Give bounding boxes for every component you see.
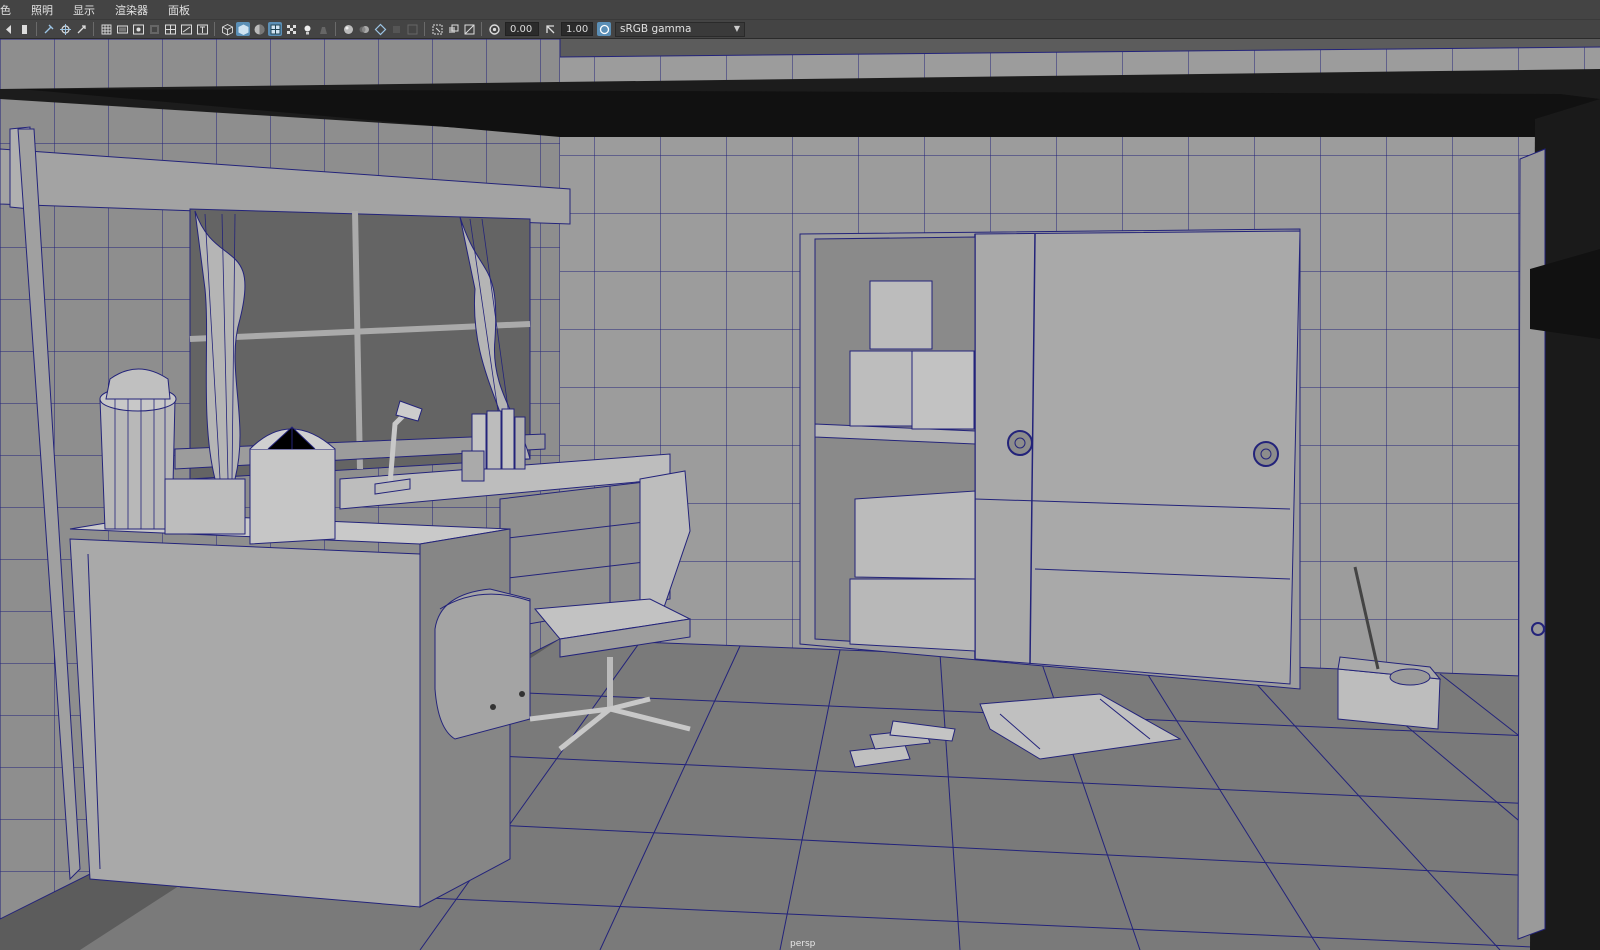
xray-joints-icon[interactable] xyxy=(446,22,460,36)
exposure-input[interactable]: 0.00 xyxy=(505,22,539,36)
desk-computer-case xyxy=(434,588,531,740)
safe-action-icon[interactable] xyxy=(179,22,193,36)
smooth-shade-icon[interactable] xyxy=(236,22,250,36)
toolbar-divider xyxy=(36,22,37,36)
field-chart-icon[interactable] xyxy=(163,22,177,36)
exposure-icon[interactable] xyxy=(487,22,501,36)
toolbar-divider xyxy=(424,22,425,36)
view-transform-dropdown[interactable]: sRGB gamma ▼ xyxy=(615,21,745,37)
safe-title-icon[interactable] xyxy=(195,22,209,36)
maya-app-window: 色 照明 显示 渲染器 面板 0.00 1.00 sRGB gamma ▼ pe… xyxy=(0,0,1600,950)
panel-toolbar: 0.00 1.00 sRGB gamma ▼ xyxy=(0,20,1600,39)
menu-shading[interactable]: 色 xyxy=(0,2,19,18)
right-door-frame xyxy=(1517,99,1600,950)
camera-attributes-icon[interactable] xyxy=(17,22,31,36)
grid-icon[interactable] xyxy=(99,22,113,36)
wireframe-icon[interactable] xyxy=(220,22,234,36)
toolbar-divider xyxy=(481,22,482,36)
color-management-icon[interactable] xyxy=(597,22,611,36)
use-all-lights-icon[interactable] xyxy=(300,22,314,36)
xray-icon[interactable] xyxy=(430,22,444,36)
chevron-down-icon: ▼ xyxy=(733,24,740,33)
menu-lighting[interactable]: 照明 xyxy=(31,2,61,18)
default-material-icon[interactable] xyxy=(252,22,266,36)
toolbar-divider xyxy=(93,22,94,36)
bookmark-icon[interactable] xyxy=(42,22,56,36)
shadows-icon[interactable] xyxy=(316,22,330,36)
multisample-aa-icon[interactable] xyxy=(373,22,387,36)
film-gate-icon[interactable] xyxy=(115,22,129,36)
perspective-viewport[interactable]: persp xyxy=(0,39,1600,950)
textured-icon[interactable] xyxy=(284,22,298,36)
depth-of-field-icon[interactable] xyxy=(389,22,403,36)
track-tool-icon[interactable] xyxy=(74,22,88,36)
tumble-tool-icon[interactable] xyxy=(58,22,72,36)
motion-blur-icon[interactable] xyxy=(357,22,371,36)
panel-menu-bar: 色 照明 显示 渲染器 面板 xyxy=(0,0,1600,20)
xray-components-icon[interactable] xyxy=(462,22,476,36)
isolate-select-icon[interactable] xyxy=(405,22,419,36)
toolbar-divider xyxy=(335,22,336,36)
gamma-icon[interactable] xyxy=(543,22,557,36)
wireframe-on-shaded-icon[interactable] xyxy=(268,22,282,36)
gamma-input[interactable]: 1.00 xyxy=(561,22,593,36)
menu-renderer[interactable]: 渲染器 xyxy=(115,2,156,18)
screen-space-ao-icon[interactable] xyxy=(341,22,355,36)
resolution-gate-icon[interactable] xyxy=(131,22,145,36)
viewport-canvas[interactable] xyxy=(0,39,1600,950)
camera-name-label: persp xyxy=(790,939,816,949)
toolbar-divider xyxy=(214,22,215,36)
view-transform-value: sRGB gamma xyxy=(620,23,692,35)
select-camera-icon[interactable] xyxy=(1,22,15,36)
gate-mask-icon[interactable] xyxy=(147,22,161,36)
closet-shelves xyxy=(814,236,976,652)
menu-panels[interactable]: 面板 xyxy=(168,2,198,18)
menu-show[interactable]: 显示 xyxy=(73,2,103,18)
